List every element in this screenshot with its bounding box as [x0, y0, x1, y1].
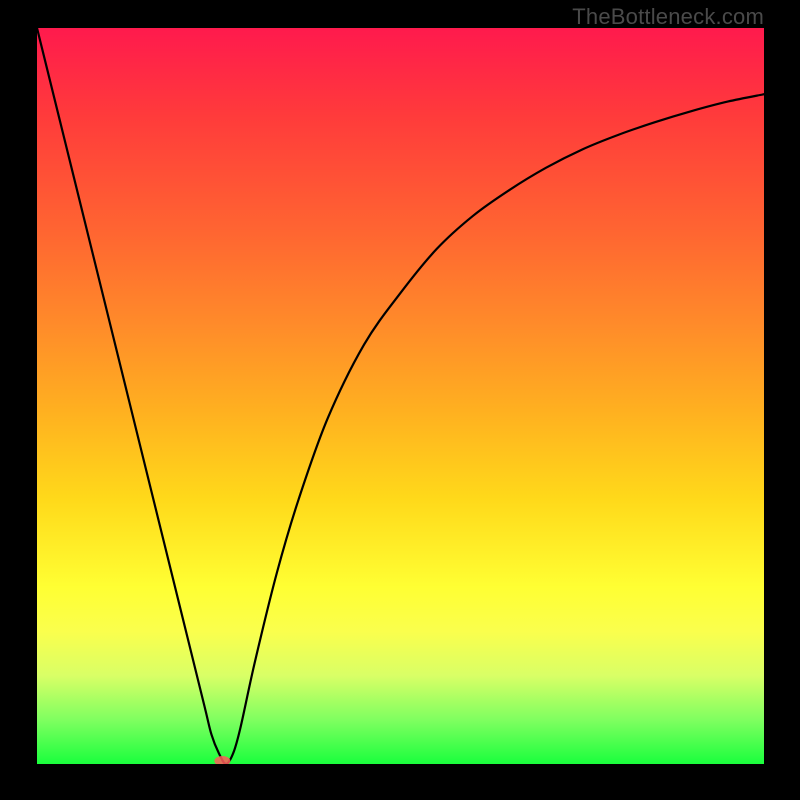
plot-area — [37, 28, 764, 764]
watermark-text: TheBottleneck.com — [572, 4, 764, 30]
chart-frame: TheBottleneck.com — [0, 0, 800, 800]
bottleneck-curve — [37, 28, 764, 764]
curve-svg — [37, 28, 764, 764]
minimum-marker — [214, 756, 230, 764]
